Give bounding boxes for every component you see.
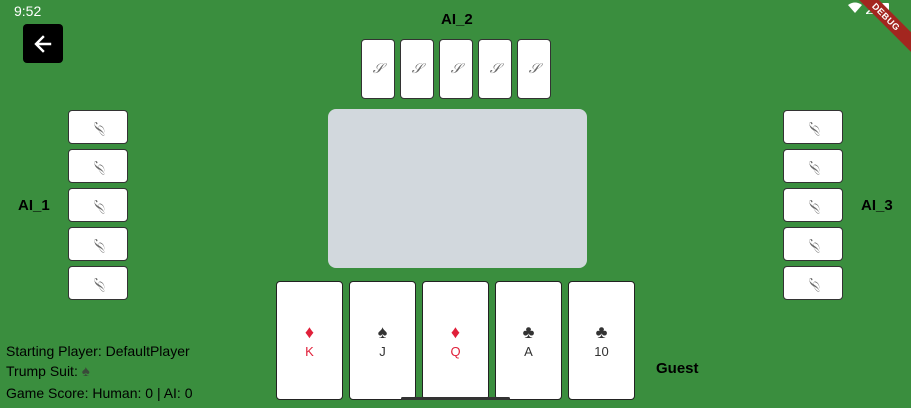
- opponent-card-back: 𝒮: [68, 110, 128, 144]
- card-rank: J: [379, 343, 386, 359]
- suit-icon: ♣: [522, 321, 535, 342]
- suit-icon: ♠: [377, 321, 388, 342]
- status-time: 9:52: [14, 3, 42, 19]
- starting-player-text: Starting Player: DefaultPlayer: [6, 343, 190, 359]
- hand-card[interactable]: ♣ 10: [568, 281, 635, 400]
- card-back-mark: 𝒮: [805, 160, 821, 172]
- card-rank: Q: [450, 343, 461, 359]
- hand-card[interactable]: ♦ K: [276, 281, 343, 400]
- play-area: [328, 109, 587, 268]
- spade-icon: ♠: [81, 363, 90, 380]
- opponent-card-back: 𝒮: [68, 227, 128, 261]
- trump-suit-line: Trump Suit: ♠: [6, 363, 90, 380]
- arrow-left-icon: [34, 34, 52, 53]
- card-back-mark: 𝒮: [411, 61, 423, 77]
- suit-icon: ♦: [450, 321, 461, 342]
- opponent-card-back: 𝒮: [783, 188, 843, 222]
- card-back-mark: 𝒮: [90, 238, 106, 250]
- card-rank: 10: [594, 343, 609, 359]
- card-back-mark: 𝒮: [805, 277, 821, 289]
- player-label-left: AI_1: [18, 197, 50, 214]
- opponent-card-back: 𝒮: [478, 39, 512, 99]
- hand-card[interactable]: ♠ J: [349, 281, 416, 400]
- opponent-card-back: 𝒮: [517, 39, 551, 99]
- back-button[interactable]: [23, 24, 63, 63]
- opponent-card-back: 𝒮: [783, 110, 843, 144]
- card-back-mark: 𝒮: [90, 160, 106, 172]
- card-back-mark: 𝒮: [805, 238, 821, 250]
- opponent-card-back: 𝒮: [68, 266, 128, 300]
- opponent-card-back: 𝒮: [68, 149, 128, 183]
- opponent-card-back: 𝒮: [400, 39, 434, 99]
- card-back-mark: 𝒮: [90, 277, 106, 289]
- card-rank: A: [524, 343, 533, 359]
- player-label-right: AI_3: [861, 197, 893, 214]
- opponent-card-back: 𝒮: [439, 39, 473, 99]
- player-label-top: AI_2: [441, 11, 473, 28]
- player-label-bottom: Guest: [656, 360, 699, 377]
- suit-icon: ♦: [304, 321, 315, 342]
- card-back-mark: 𝒮: [372, 61, 384, 77]
- card-back-mark: 𝒮: [528, 61, 540, 77]
- hand-card[interactable]: ♦ Q: [422, 281, 489, 400]
- opponent-card-back: 𝒮: [68, 188, 128, 222]
- opponent-card-back: 𝒮: [361, 39, 395, 99]
- home-indicator: [401, 397, 510, 400]
- wifi-icon: [848, 2, 862, 13]
- card-back-mark: 𝒮: [450, 61, 462, 77]
- card-back-mark: 𝒮: [90, 199, 106, 211]
- card-back-mark: 𝒮: [805, 121, 821, 133]
- opponent-card-back: 𝒮: [783, 227, 843, 261]
- suit-icon: ♣: [595, 321, 608, 342]
- card-back-mark: 𝒮: [90, 121, 106, 133]
- trump-suit-label: Trump Suit:: [6, 363, 78, 379]
- card-back-mark: 𝒮: [489, 61, 501, 77]
- opponent-card-back: 𝒮: [783, 149, 843, 183]
- card-back-mark: 𝒮: [805, 199, 821, 211]
- game-score-text: Game Score: Human: 0 | AI: 0: [6, 385, 193, 401]
- opponent-card-back: 𝒮: [783, 266, 843, 300]
- card-rank: K: [305, 343, 314, 359]
- hand-card[interactable]: ♣ A: [495, 281, 562, 400]
